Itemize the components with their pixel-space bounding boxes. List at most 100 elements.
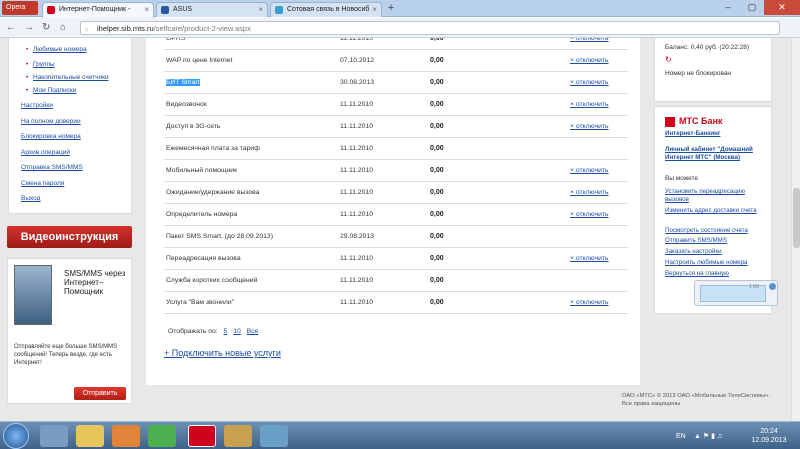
table-row: Видеозвонок 11.11.2010 0,00 × отключить bbox=[164, 94, 628, 116]
close-tab-icon[interactable]: × bbox=[372, 3, 377, 17]
service-name: Переадресация вызова bbox=[166, 255, 241, 262]
service-name: Ожидание/удержание вызова bbox=[166, 189, 260, 196]
service-name: Ежемесячная плата за тариф bbox=[166, 145, 260, 152]
table-row: Мобильный помощник 11.11.2010 0,00 × отключ… bbox=[164, 160, 628, 182]
service-price: 0,00 bbox=[430, 233, 444, 240]
opera-menu-button[interactable]: Opera bbox=[2, 1, 38, 15]
menu-counters[interactable]: Накопительные счетчики bbox=[26, 74, 109, 81]
browser-tab-bar: Opera Интернет-Помощник - × ASUS × Сотов… bbox=[0, 0, 800, 18]
service-name: Служба коротких сообщений bbox=[166, 277, 258, 284]
video-instruction-banner[interactable]: Видеоинструкция bbox=[7, 226, 132, 248]
page-size-all[interactable]: Все bbox=[247, 328, 259, 335]
menu-settings[interactable]: Настройки bbox=[21, 102, 53, 109]
disconnect-link[interactable]: × отключить bbox=[570, 101, 609, 108]
chat-arrow-icon[interactable] bbox=[769, 283, 776, 290]
service-price: 0,00 bbox=[430, 189, 444, 196]
bank-link-sms[interactable]: Отправить SMS/MMS bbox=[665, 237, 727, 244]
close-window-button[interactable]: ✕ bbox=[764, 0, 800, 15]
close-tab-icon[interactable]: × bbox=[144, 3, 149, 17]
app-icon[interactable] bbox=[224, 425, 252, 447]
menu-block-number[interactable]: Блокировка номера bbox=[21, 133, 81, 140]
menu-groups[interactable]: Группы bbox=[26, 61, 55, 68]
reload-icon[interactable]: ↻ bbox=[42, 22, 50, 33]
bank-link-address[interactable]: Изменить адрес доставки счета bbox=[665, 207, 765, 215]
disconnect-link[interactable]: × отключить bbox=[570, 299, 609, 306]
service-name: Пакет SMS Smart. (до 28.09.2013) bbox=[166, 233, 273, 240]
scrollbar-thumb[interactable] bbox=[793, 188, 800, 248]
new-tab-button[interactable]: + bbox=[384, 2, 398, 16]
promo-text: Отправляйте еще больше SMS/MMS сообщений… bbox=[14, 344, 118, 366]
language-indicator[interactable]: EN bbox=[676, 433, 686, 440]
media-player-icon[interactable] bbox=[112, 425, 140, 447]
tab-title: Интернет-Помощник - bbox=[59, 6, 131, 13]
tray-icons[interactable]: ▲ ⚑ ▮ ♫ bbox=[694, 432, 722, 440]
forward-icon[interactable]: → bbox=[24, 22, 34, 33]
chat-widget[interactable]: 1 КБ bbox=[694, 280, 778, 306]
left-menu: Любимые номера Группы Накопительные счет… bbox=[8, 38, 132, 214]
vertical-scrollbar[interactable] bbox=[791, 38, 800, 421]
service-name: Доступ в 3G-сеть bbox=[166, 123, 221, 130]
tab-ihelper[interactable]: Интернет-Помощник - × bbox=[42, 2, 154, 18]
service-price: 0,00 bbox=[430, 57, 444, 64]
disconnect-link[interactable]: × отключить bbox=[570, 57, 609, 64]
service-date: 11.11.2010 bbox=[340, 277, 374, 284]
chat-favicon-icon bbox=[275, 6, 283, 14]
home-icon[interactable]: ⌂ bbox=[60, 22, 66, 33]
disconnect-link[interactable]: × отключить bbox=[570, 123, 609, 130]
pagination-label: Отображать по: bbox=[168, 328, 218, 335]
connect-new-services-link[interactable]: + Подключить новые услуги bbox=[164, 348, 281, 358]
folder-icon[interactable] bbox=[76, 425, 104, 447]
service-price: 0,00 bbox=[430, 101, 444, 108]
disconnect-link[interactable]: × отключить bbox=[570, 211, 609, 218]
chrome-icon[interactable] bbox=[148, 425, 176, 447]
table-row: Услуга "Вам звонили" 11.11.2010 0,00 × откл… bbox=[164, 292, 628, 314]
bank-link-forwarding[interactable]: Установить переадресацию вызовов bbox=[665, 188, 765, 204]
internet-banking-link[interactable]: Интернет-Банкинг bbox=[665, 130, 720, 137]
menu-favorite-numbers[interactable]: Любимые номера bbox=[26, 46, 87, 53]
disconnect-link[interactable]: × отключить bbox=[570, 79, 609, 86]
disconnect-link[interactable]: × отключить bbox=[570, 167, 609, 174]
bank-link-home[interactable]: Вернуться на главную bbox=[665, 270, 729, 277]
disconnect-link[interactable]: × отключить bbox=[570, 38, 609, 42]
table-row: Служба коротких сообщений 11.11.2010 0,00 bbox=[164, 270, 628, 292]
bank-link-settings[interactable]: Заказать настройки bbox=[665, 248, 722, 255]
page-size-5[interactable]: 5 bbox=[224, 328, 228, 335]
balance-panel: Баланс: 0,40 руб. (20:22:28) ↻ Номер не … bbox=[654, 38, 772, 102]
page-content: Любимые номера Группы Накопительные счет… bbox=[0, 38, 791, 421]
menu-logout[interactable]: Выход bbox=[21, 195, 40, 202]
pagination: Отображать по: 5 10 Все bbox=[168, 328, 258, 335]
close-tab-icon[interactable]: × bbox=[258, 3, 263, 17]
service-name: Определитель номера bbox=[166, 211, 238, 218]
network-app-icon[interactable] bbox=[260, 425, 288, 447]
disconnect-link[interactable]: × отключить bbox=[570, 189, 609, 196]
tab-mobile[interactable]: Сотовая связь в Новосиб × bbox=[270, 2, 382, 17]
refresh-icon[interactable]: ↻ bbox=[665, 55, 672, 64]
service-date: 07.10.2012 bbox=[340, 57, 375, 64]
menu-change-password[interactable]: Смена пароля bbox=[21, 180, 64, 187]
minimize-button[interactable]: – bbox=[716, 0, 740, 15]
menu-subscriptions[interactable]: Мои Подписки bbox=[26, 87, 76, 94]
start-button[interactable] bbox=[3, 423, 29, 449]
bank-link-favorites[interactable]: Настроить любимые номера bbox=[665, 259, 748, 266]
sms-promo: SMS/MMS через Интернет–Помощник Отправля… bbox=[7, 258, 132, 404]
url-input[interactable]: ▫ ihelper.sib.mts.ru/selfcare/product-2-… bbox=[80, 21, 780, 35]
windows-taskbar: EN ▲ ⚑ ▮ ♫ 20:24 12.09.2013 bbox=[0, 421, 800, 449]
service-date: 11.11.2010 bbox=[340, 299, 374, 306]
disconnect-link[interactable]: × отключить bbox=[570, 255, 609, 262]
menu-full-trust[interactable]: На полном доверии bbox=[21, 118, 81, 125]
url-host: ihelper.sib.mts.ru bbox=[97, 24, 154, 33]
maximize-button[interactable]: ▢ bbox=[740, 0, 764, 15]
back-icon[interactable]: ← bbox=[6, 22, 16, 33]
clock-date: 12.09.2013 bbox=[751, 437, 787, 444]
menu-send-sms[interactable]: Отправка SMS/MMS bbox=[21, 164, 83, 171]
clock[interactable]: 20:24 12.09.2013 bbox=[744, 427, 794, 445]
page-size-10[interactable]: 10 bbox=[233, 328, 241, 335]
screenshot-image bbox=[14, 265, 52, 325]
home-internet-cabinet-link[interactable]: Личный кабинет "Домашний Интернет МТС" (… bbox=[665, 146, 765, 162]
ie-icon[interactable] bbox=[40, 425, 68, 447]
opera-taskbar-icon[interactable] bbox=[188, 425, 216, 447]
bank-link-account[interactable]: Посмотреть состояние счета bbox=[665, 227, 748, 234]
tab-asus[interactable]: ASUS × bbox=[156, 2, 268, 17]
send-button[interactable]: Отправить bbox=[74, 387, 126, 400]
menu-operations-archive[interactable]: Архив операций bbox=[21, 149, 70, 156]
